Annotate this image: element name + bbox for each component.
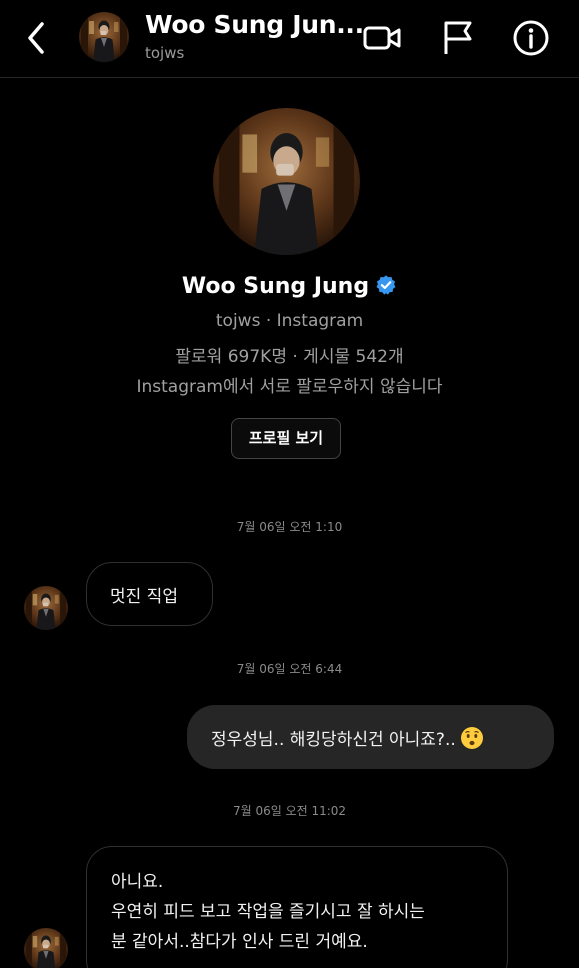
- timestamp: 7월 06일 오전 11:02: [232, 804, 347, 818]
- sender-avatar[interactable]: [24, 928, 68, 968]
- back-chevron-icon[interactable]: [22, 18, 52, 58]
- profile-avatar[interactable]: [213, 108, 360, 255]
- header-username[interactable]: tojws: [145, 44, 184, 62]
- timestamp: 7월 06일 오전 6:44: [236, 662, 343, 676]
- timestamp: 7월 06일 오전 1:10: [236, 520, 343, 534]
- message-bubble-incoming[interactable]: 아니요. 우연히 피드 보고 작업을 즐기시고 잘 하시는 분 같아서..참다가…: [86, 846, 508, 968]
- profile-subtitle: tojws · Instagram: [215, 311, 364, 331]
- profile-stats: 팔로워 697K명 · 게시물 542개: [175, 347, 404, 367]
- message-text-line: 분 같아서..참다가 인사 드린 거예요.: [111, 932, 368, 952]
- profile-name: Woo Sung Jung: [181, 274, 370, 299]
- profile-relation: Instagram에서 서로 팔로우하지 않습니다: [136, 377, 443, 397]
- message-text: 정우성님.. 해킹당하신건 아니죠?..: [211, 730, 456, 750]
- message-text-line: 우연히 피드 보고 작업을 즐기시고 잘 하시는: [111, 902, 425, 922]
- video-call-icon[interactable]: [362, 18, 402, 58]
- message-text: 멋진 직업: [110, 587, 178, 607]
- header-name[interactable]: Woo Sung Jun...: [145, 10, 364, 39]
- message-bubble-outgoing[interactable]: 정우성님.. 해킹당하신건 아니죠?..: [187, 705, 554, 769]
- view-profile-button[interactable]: 프로필 보기: [231, 418, 341, 459]
- worried-face-emoji-icon: [460, 727, 483, 749]
- message-bubble-incoming[interactable]: 멋진 직업: [86, 562, 213, 626]
- profile-name-row: Woo Sung Jung: [0, 274, 579, 299]
- header-avatar[interactable]: [79, 12, 129, 62]
- info-icon[interactable]: [511, 18, 551, 58]
- flag-icon[interactable]: [438, 18, 478, 58]
- sender-avatar[interactable]: [24, 586, 68, 630]
- message-text-line: 아니요.: [111, 872, 164, 892]
- verified-badge-icon: [376, 275, 396, 295]
- chat-header: Woo Sung Jun... tojws: [0, 0, 579, 78]
